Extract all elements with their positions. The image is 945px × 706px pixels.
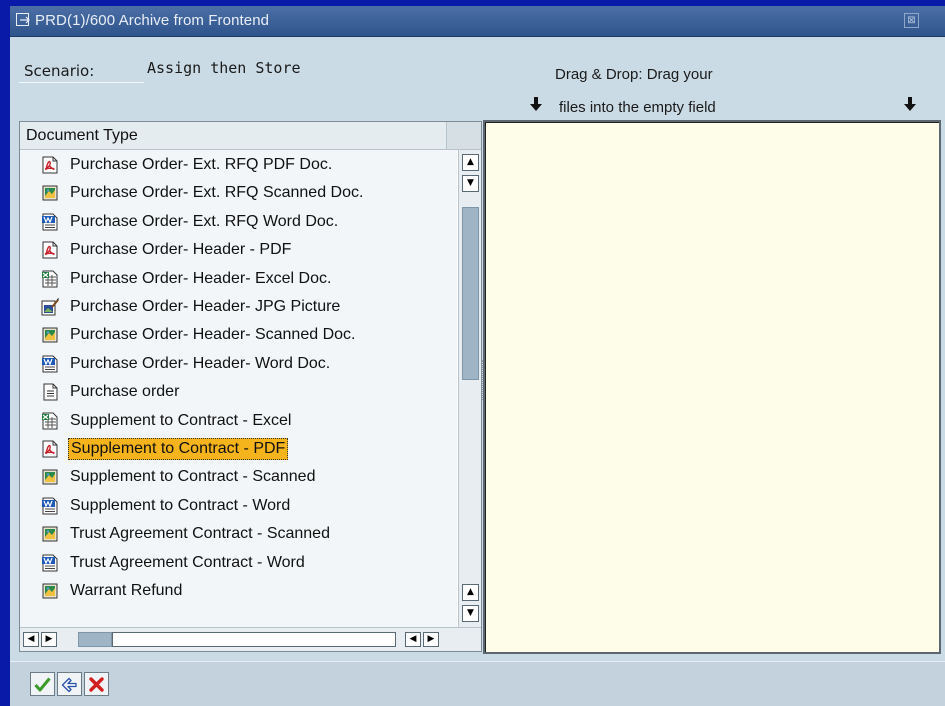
list-item-label: Purchase Order- Header- JPG Picture	[70, 298, 341, 315]
list-item[interactable]: Purchase Order- Header- Word Doc.	[20, 350, 457, 378]
vertical-scroll-thumb[interactable]	[462, 207, 479, 380]
drag-drop-hint-line2: files into the empty field	[559, 99, 716, 116]
scanned-image-icon	[41, 468, 59, 486]
scroll-left-icon[interactable]: ◀	[23, 632, 39, 647]
list-item-label: Purchase Order- Header - PDF	[70, 241, 292, 259]
list-item-label: Warrant Refund	[70, 582, 183, 599]
list-item[interactable]: Supplement to Contract - Scanned	[20, 463, 457, 491]
horizontal-scrollbar[interactable]: ◀ ▶ ◀ ▶	[20, 627, 481, 651]
word-doc-icon	[41, 497, 59, 515]
list-item-label: Supplement to Contract - Word	[70, 496, 291, 514]
title-bar[interactable]: PRD(1)/600 Archive from Frontend ⊠	[10, 6, 945, 37]
archive-dialog: PRD(1)/600 Archive from Frontend ⊠ Scena…	[10, 6, 945, 706]
pdf-icon	[41, 241, 59, 259]
scroll-right-icon[interactable]: ▶	[41, 632, 57, 647]
list-item[interactable]: Warrant Refund	[20, 577, 457, 605]
list-item[interactable]: Purchase Order- Header- Scanned Doc.	[20, 321, 457, 349]
scanned-image-icon	[41, 582, 59, 600]
close-icon[interactable]: ⊠	[904, 13, 919, 28]
list-item-selected[interactable]: Supplement to Contract - PDF	[20, 435, 457, 463]
window-title: PRD(1)/600 Archive from Frontend	[35, 12, 270, 29]
list-item[interactable]: Purchase Order- Header- Excel Doc.	[20, 265, 457, 293]
confirm-button[interactable]	[30, 672, 55, 696]
scroll-up-icon[interactable]: ▲	[462, 154, 479, 171]
scroll-up-icon[interactable]: ▲	[462, 584, 479, 601]
drop-field[interactable]	[483, 120, 941, 654]
scenario-value: Assign then Store	[147, 59, 301, 77]
list-item-label: Purchase Order- Ext. RFQ Scanned Doc.	[70, 184, 364, 202]
list-item[interactable]: Supplement to Contract - Word	[20, 492, 457, 520]
arrow-down-icon	[904, 97, 916, 111]
scanned-image-icon	[41, 525, 59, 543]
checkmark-icon	[34, 677, 51, 691]
arrow-down-icon	[530, 97, 542, 111]
document-icon	[41, 383, 59, 401]
drag-drop-hint-line1: Drag & Drop: Drag your	[555, 66, 713, 83]
window-menu-icon[interactable]	[16, 13, 31, 27]
word-doc-icon	[41, 355, 59, 373]
list-item[interactable]: Purchase Order- Header- JPG Picture	[20, 293, 457, 321]
list-item[interactable]: Purchase Order- Ext. RFQ PDF Doc.	[20, 151, 457, 179]
continue-button[interactable]	[57, 672, 82, 696]
header-corner	[447, 122, 481, 149]
list-item-label: Purchase Order- Header- Scanned Doc.	[70, 326, 356, 344]
button-bar	[10, 661, 945, 706]
scenario-label: Scenario:	[24, 62, 95, 80]
scanned-image-icon	[41, 184, 59, 202]
scanned-image-icon	[41, 326, 59, 344]
cancel-x-icon	[89, 676, 104, 692]
horizontal-scroll-track[interactable]	[112, 632, 396, 647]
pdf-icon	[41, 156, 59, 174]
list-item-label: Trust Agreement Contract - Scanned	[70, 525, 330, 543]
continue-hand-icon	[61, 677, 77, 692]
word-doc-icon	[41, 213, 59, 231]
jpg-picture-icon	[41, 298, 59, 316]
list-item-label: Supplement to Contract - PDF	[68, 438, 289, 460]
horizontal-scroll-thumb[interactable]	[78, 632, 112, 647]
list-item[interactable]: Purchase Order- Header - PDF	[20, 236, 457, 264]
column-header-document-type[interactable]: Document Type	[26, 127, 138, 145]
list-header: Document Type	[20, 122, 481, 150]
list-item[interactable]: Purchase Order- Ext. RFQ Word Doc.	[20, 208, 457, 236]
list-item-label: Purchase Order- Header- Excel Doc.	[70, 269, 332, 287]
vertical-scrollbar[interactable]: ▲ ▼ ▲ ▼	[458, 150, 481, 627]
list-item[interactable]: Trust Agreement Contract - Word	[20, 549, 457, 577]
scroll-down-icon[interactable]: ▼	[462, 605, 479, 622]
scroll-right-icon[interactable]: ▶	[423, 632, 439, 647]
scenario-underline	[19, 82, 144, 83]
list-item-label: Purchase Order- Ext. RFQ Word Doc.	[70, 212, 339, 230]
cancel-button[interactable]	[84, 672, 109, 696]
document-type-list: Document Type Purchase Order- Ext. RFQ P…	[19, 121, 482, 652]
list-item[interactable]: Purchase order	[20, 378, 457, 406]
list-item[interactable]: Purchase Order- Ext. RFQ Scanned Doc.	[20, 179, 457, 207]
list-item[interactable]: Trust Agreement Contract - Scanned	[20, 520, 457, 548]
scroll-down-icon[interactable]: ▼	[462, 175, 479, 192]
list-item-label: Purchase Order- Header- Word Doc.	[70, 354, 331, 372]
list-item-label: Supplement to Contract - Excel	[70, 411, 292, 429]
word-doc-icon	[41, 554, 59, 572]
excel-doc-icon	[41, 412, 59, 430]
list-item[interactable]: Supplement to Contract - Excel	[20, 407, 457, 435]
pdf-icon	[41, 440, 59, 458]
scroll-left-icon[interactable]: ◀	[405, 632, 421, 647]
list-item-label: Supplement to Contract - Scanned	[70, 468, 316, 486]
excel-doc-icon	[41, 270, 59, 288]
list-item-label: Purchase order	[70, 383, 180, 401]
list-item-label: Trust Agreement Contract - Word	[70, 553, 305, 571]
list-item-label: Purchase Order- Ext. RFQ PDF Doc.	[70, 156, 333, 173]
list-body: Purchase Order- Ext. RFQ PDF Doc. Purchas…	[20, 150, 457, 627]
